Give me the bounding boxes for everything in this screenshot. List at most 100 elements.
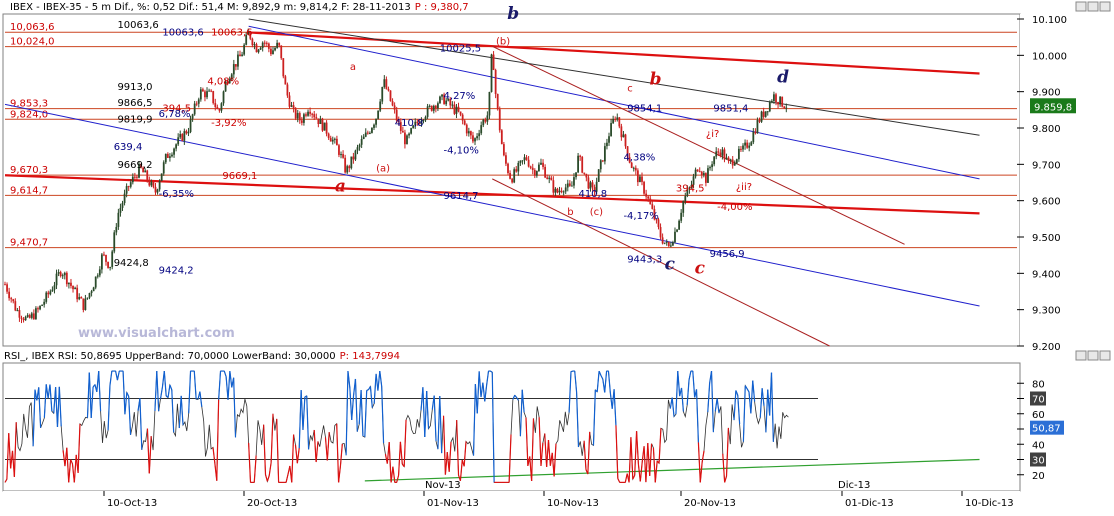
candle-body <box>94 276 97 288</box>
candle-body <box>212 91 215 104</box>
candle-body <box>562 191 565 193</box>
level-label: 9,853,3 <box>10 99 48 110</box>
candle-body <box>676 229 678 232</box>
rsi-y-tick-label: 60 <box>1032 410 1045 421</box>
wave-label: c <box>627 84 633 95</box>
candle-body <box>272 50 274 55</box>
candle-body <box>72 285 74 290</box>
candle-body <box>78 297 81 300</box>
candle-body <box>469 131 472 136</box>
measure-label: 9424,8 <box>114 258 149 269</box>
candle-body <box>371 127 373 133</box>
candle-body <box>195 103 198 105</box>
candle-body <box>525 157 528 160</box>
candle-body <box>65 272 68 285</box>
rsi-maximize-button[interactable] <box>1087 350 1099 361</box>
candle-body <box>373 124 375 128</box>
close-window-button[interactable] <box>1099 1 1111 12</box>
candle-body <box>43 301 46 305</box>
watermark: www.visualchart.com <box>78 326 235 341</box>
candle-body <box>486 115 489 122</box>
candle-body <box>624 134 627 147</box>
candle-body <box>338 145 340 155</box>
rsi-band-label: 70 <box>1032 395 1045 406</box>
candle-body <box>241 54 243 57</box>
candle-body <box>368 132 371 134</box>
candle-body <box>146 170 149 180</box>
measure-label: 6,78% <box>159 109 191 120</box>
candle-body <box>127 186 130 188</box>
candle-body <box>509 173 511 179</box>
candle-body <box>119 207 122 213</box>
candle-body <box>311 113 314 115</box>
candle-body <box>329 137 332 142</box>
candle-body <box>204 91 206 98</box>
measure-label: 9866,5 <box>117 98 152 109</box>
candle-body <box>667 241 670 247</box>
measure-label: 9669,2 <box>117 160 152 171</box>
candle-body <box>270 48 272 55</box>
candle-body <box>766 111 769 113</box>
candle-body <box>82 298 85 310</box>
candle-body <box>573 177 575 186</box>
measure-label: 9614,7 <box>444 191 479 202</box>
rsi-band-label: 30 <box>1032 456 1045 467</box>
candle-body <box>529 166 532 168</box>
measure-label: 9443,3 <box>627 254 662 265</box>
candle-body <box>12 299 15 302</box>
level-label: 10,063,6 <box>10 22 55 33</box>
rsi-close-button[interactable] <box>1099 350 1111 361</box>
candle-body <box>152 182 155 187</box>
candle-body <box>187 131 190 134</box>
candle-body <box>742 145 744 150</box>
maximize-window-button[interactable] <box>1087 1 1099 12</box>
chart-canvas: IBEX - IBEX-35 - 5 m Dif., %: 0,52 Dif.:… <box>2 1 1114 512</box>
measure-label: 9819,9 <box>117 115 152 126</box>
candle-body <box>360 138 363 145</box>
rsi-minimize-button[interactable] <box>1075 350 1087 361</box>
y-tick-label: 9.800 <box>1032 124 1061 135</box>
candle-body <box>193 103 196 115</box>
candle-body <box>599 160 602 170</box>
measure-label: -4,10% <box>444 145 479 156</box>
candle-body <box>430 105 433 111</box>
candle-body <box>342 154 344 158</box>
candle-body <box>356 147 359 151</box>
candle-body <box>709 167 711 169</box>
candle-body <box>507 163 509 174</box>
candle-body <box>408 133 410 136</box>
candle-body <box>8 291 11 299</box>
candle-body <box>323 122 326 131</box>
candle-body <box>426 106 429 117</box>
rsi-y-tick-label: 40 <box>1032 440 1045 451</box>
candle-body <box>313 114 316 118</box>
rsi-y-tick-label: 80 <box>1032 379 1045 390</box>
candle-body <box>717 151 720 153</box>
candle-body <box>773 94 775 101</box>
candle-body <box>641 176 643 182</box>
wave-label: a <box>350 62 356 73</box>
candle-body <box>531 167 534 170</box>
measure-label: 4,27% <box>444 91 476 102</box>
candle-body <box>32 313 35 319</box>
candle-body <box>255 44 258 53</box>
candle-body <box>257 49 260 53</box>
y-tick-label: 10.000 <box>1032 51 1067 62</box>
candle-body <box>274 47 276 51</box>
candle-body <box>191 114 194 119</box>
candle-body <box>740 148 742 150</box>
candle-body <box>164 153 167 163</box>
candle-body <box>28 315 31 318</box>
candle-body <box>377 110 380 119</box>
candle-body <box>467 131 470 134</box>
candle-body <box>234 64 237 67</box>
candle-body <box>41 304 44 306</box>
minimize-window-button[interactable] <box>1075 1 1087 12</box>
candle-body <box>90 291 93 294</box>
candle-body <box>133 176 136 178</box>
candle-body <box>461 114 464 121</box>
chart-root: IBEX - IBEX-35 - 5 m Dif., %: 0,52 Dif.:… <box>0 0 1114 512</box>
candle-body <box>744 142 746 146</box>
candle-body <box>107 261 109 268</box>
candle-body <box>22 318 25 321</box>
